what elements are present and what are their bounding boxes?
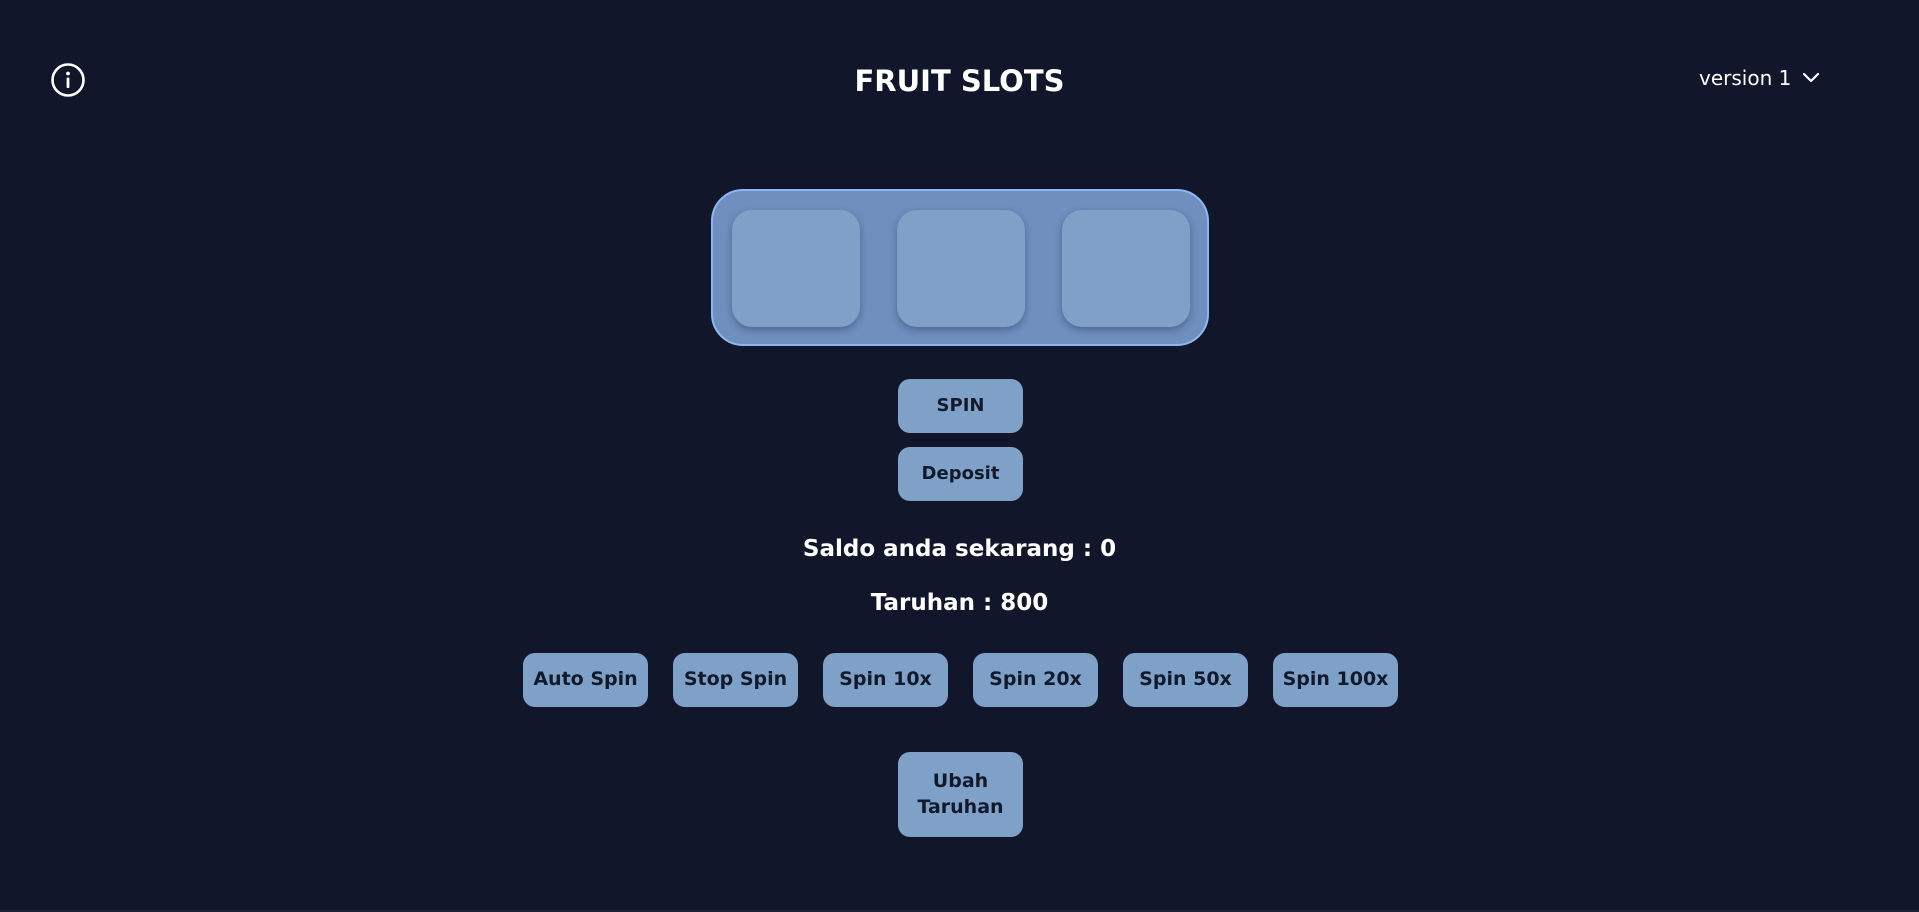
spin-50x-button[interactable]: Spin 50x bbox=[1123, 653, 1248, 707]
spin-20x-button[interactable]: Spin 20x bbox=[973, 653, 1098, 707]
chevron-down-icon bbox=[1803, 72, 1820, 83]
reel-slot-3 bbox=[1062, 210, 1190, 327]
auto-spin-button[interactable]: Auto Spin bbox=[523, 653, 648, 707]
version-dropdown[interactable]: version 1 bbox=[1699, 66, 1821, 90]
change-bet-button[interactable]: Ubah Taruhan bbox=[898, 752, 1023, 837]
balance-text: Saldo anda sekarang : 0 bbox=[802, 536, 1117, 562]
slot-machine-reels bbox=[711, 189, 1209, 346]
spin-100x-button[interactable]: Spin 100x bbox=[1273, 653, 1398, 707]
bet-text: Taruhan : 800 bbox=[870, 590, 1049, 616]
reel-slot-1 bbox=[732, 210, 860, 327]
deposit-button[interactable]: Deposit bbox=[898, 447, 1023, 501]
stop-spin-button[interactable]: Stop Spin bbox=[673, 653, 798, 707]
spin-10x-button[interactable]: Spin 10x bbox=[823, 653, 948, 707]
page-title: FRUIT SLOTS bbox=[854, 64, 1065, 98]
spin-button[interactable]: SPIN bbox=[898, 379, 1023, 433]
version-label: version 1 bbox=[1699, 66, 1792, 90]
reel-slot-2 bbox=[897, 210, 1025, 327]
